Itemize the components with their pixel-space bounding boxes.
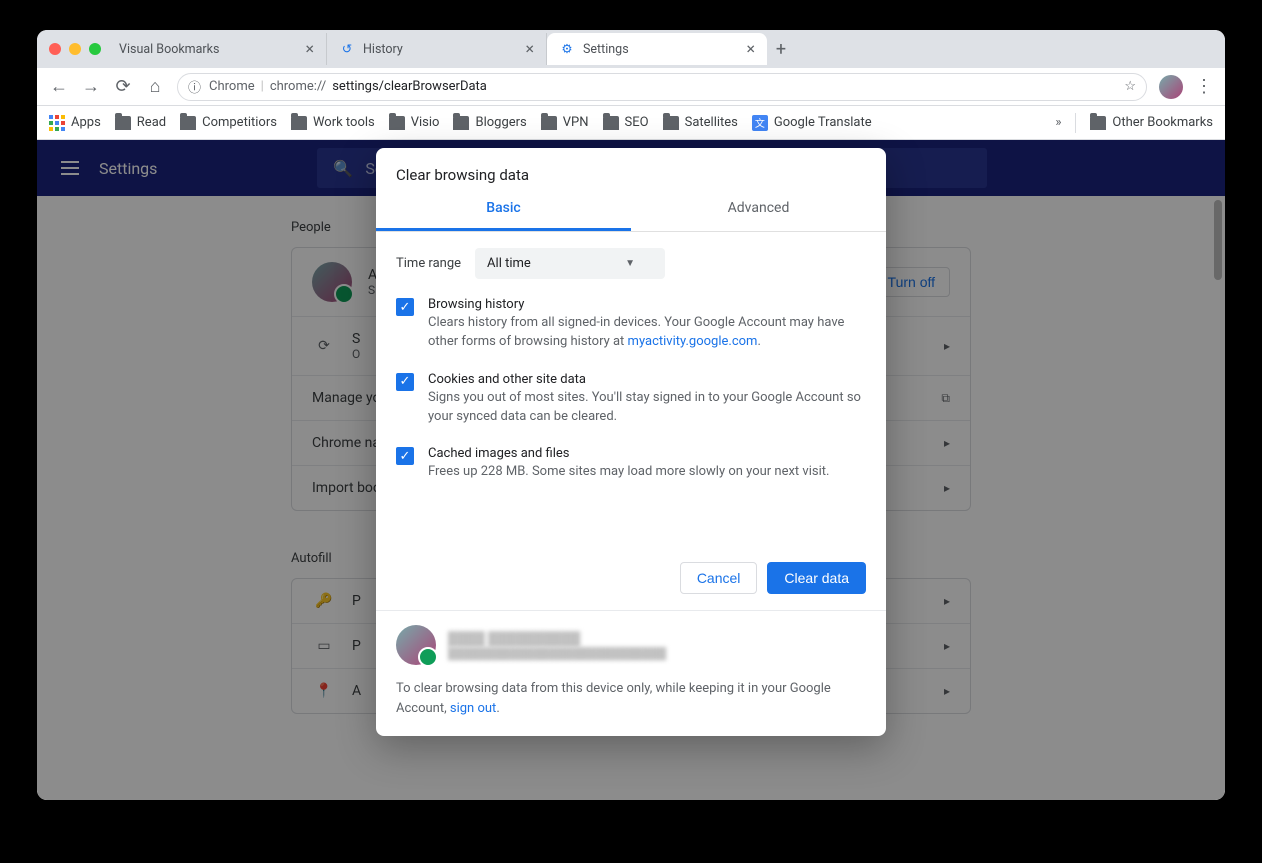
url-path: settings/clearBrowserData — [332, 79, 487, 94]
address-bar[interactable]: ⓘ Chrome | chrome://settings/clearBrowse… — [177, 73, 1147, 101]
account-name-blurred: ████ ██████████ — [448, 631, 666, 647]
folder-icon — [1090, 116, 1106, 130]
tab-settings[interactable]: ⚙ Settings × — [547, 33, 767, 65]
tab-visual-bookmarks[interactable]: Visual Bookmarks × — [107, 33, 327, 65]
dialog-footer: ████ ██████████ ████████████████████████… — [376, 610, 886, 736]
bookmark-star-icon[interactable]: ☆ — [1124, 79, 1136, 94]
account-row: ████ ██████████ ████████████████████████… — [396, 625, 866, 665]
folder-icon — [453, 116, 469, 130]
profile-avatar[interactable] — [1159, 75, 1183, 99]
tab-history[interactable]: ↺ History × — [327, 33, 547, 65]
signout-note: To clear browsing data from this device … — [396, 679, 866, 718]
option-cached: ✓ Cached images and files Frees up 228 M… — [396, 446, 866, 482]
bookmarks-bar: Apps Read Competitiors Work tools Visio … — [37, 106, 1225, 140]
close-tab-icon[interactable]: × — [305, 41, 314, 57]
folder-icon — [603, 116, 619, 130]
site-info-icon[interactable]: ⓘ — [188, 77, 201, 96]
bookmark-folder[interactable]: Visio — [389, 115, 440, 130]
bookmark-folder[interactable]: VPN — [541, 115, 589, 130]
clear-data-button[interactable]: Clear data — [767, 562, 866, 594]
page-content: Settings 🔍 Search People A S Turn off — [37, 140, 1225, 800]
kebab-menu-icon[interactable]: ⋮ — [1195, 76, 1213, 97]
option-title: Cookies and other site data — [428, 372, 866, 387]
close-tab-icon[interactable]: × — [746, 41, 755, 57]
time-range-label: Time range — [396, 256, 461, 271]
cancel-button[interactable]: Cancel — [680, 562, 758, 594]
other-bookmarks[interactable]: Other Bookmarks — [1090, 115, 1213, 130]
option-title: Browsing history — [428, 297, 866, 312]
bookmark-translate[interactable]: 文 Google Translate — [752, 115, 872, 131]
home-button[interactable]: ⌂ — [145, 76, 165, 97]
clear-browsing-data-dialog: Clear browsing data Basic Advanced Time … — [376, 148, 886, 736]
bookmark-folder[interactable]: Read — [115, 115, 166, 130]
tab-label: Visual Bookmarks — [119, 42, 219, 57]
option-description: Frees up 228 MB. Some sites may load mor… — [428, 463, 829, 482]
bookmark-folder[interactable]: Work tools — [291, 115, 375, 130]
sign-out-link[interactable]: sign out — [450, 701, 496, 716]
checkbox-cached[interactable]: ✓ — [396, 447, 414, 465]
minimize-window-button[interactable] — [69, 43, 81, 55]
gear-icon: ⚙ — [559, 41, 575, 57]
option-description: Signs you out of most sites. You'll stay… — [428, 389, 866, 427]
bookmark-folder[interactable]: SEO — [603, 115, 649, 130]
account-email-blurred: ████████████████████████████ — [448, 647, 666, 660]
avatar — [396, 625, 436, 665]
reload-button[interactable]: ⟳ — [113, 76, 133, 97]
app-label: Chrome — [209, 79, 255, 94]
tab-strip: Visual Bookmarks × ↺ History × ⚙ Setting… — [37, 30, 1225, 68]
checkbox-cookies[interactable]: ✓ — [396, 373, 414, 391]
overflow-chevron-icon[interactable]: » — [1055, 115, 1061, 130]
dialog-title: Clear browsing data — [376, 148, 886, 188]
bookmark-folder[interactable]: Bloggers — [453, 115, 526, 130]
close-tab-icon[interactable]: × — [525, 41, 534, 57]
folder-icon — [291, 116, 307, 130]
bookmark-folder[interactable]: Competitiors — [180, 115, 277, 130]
browser-window: Visual Bookmarks × ↺ History × ⚙ Setting… — [37, 30, 1225, 800]
address-toolbar: ← → ⟳ ⌂ ⓘ Chrome | chrome://settings/cle… — [37, 68, 1225, 106]
window-controls — [47, 43, 107, 55]
option-browsing-history: ✓ Browsing history Clears history from a… — [396, 297, 866, 352]
dialog-actions: Cancel Clear data — [376, 556, 886, 610]
back-button[interactable]: ← — [49, 76, 69, 97]
close-window-button[interactable] — [49, 43, 61, 55]
time-range-select[interactable]: All time ▼ — [475, 248, 665, 279]
maximize-window-button[interactable] — [89, 43, 101, 55]
folder-icon — [115, 116, 131, 130]
folder-icon — [541, 116, 557, 130]
url-protocol: chrome:// — [270, 79, 326, 94]
tab-advanced[interactable]: Advanced — [631, 188, 886, 231]
dialog-tabs: Basic Advanced — [376, 188, 886, 232]
folder-icon — [389, 116, 405, 130]
forward-button[interactable]: → — [81, 76, 101, 97]
new-tab-button[interactable]: + — [767, 39, 795, 60]
myactivity-link[interactable]: myactivity.google.com — [628, 334, 758, 349]
translate-icon: 文 — [752, 115, 768, 131]
tab-label: History — [363, 42, 403, 57]
tab-label: Settings — [583, 42, 629, 57]
checkbox-browsing-history[interactable]: ✓ — [396, 298, 414, 316]
history-icon: ↺ — [339, 41, 355, 57]
folder-icon — [663, 116, 679, 130]
bookmark-folder[interactable]: Satellites — [663, 115, 738, 130]
apps-grid-icon — [49, 115, 65, 131]
divider — [1075, 113, 1076, 133]
option-description: Clears history from all signed-in device… — [428, 314, 866, 352]
time-range-row: Time range All time ▼ — [396, 248, 866, 279]
option-title: Cached images and files — [428, 446, 829, 461]
option-cookies: ✓ Cookies and other site data Signs you … — [396, 372, 866, 427]
chevron-down-icon: ▼ — [625, 258, 635, 269]
apps-label: Apps — [71, 115, 101, 130]
tab-basic[interactable]: Basic — [376, 188, 631, 231]
folder-icon — [180, 116, 196, 130]
apps-shortcut[interactable]: Apps — [49, 115, 101, 131]
